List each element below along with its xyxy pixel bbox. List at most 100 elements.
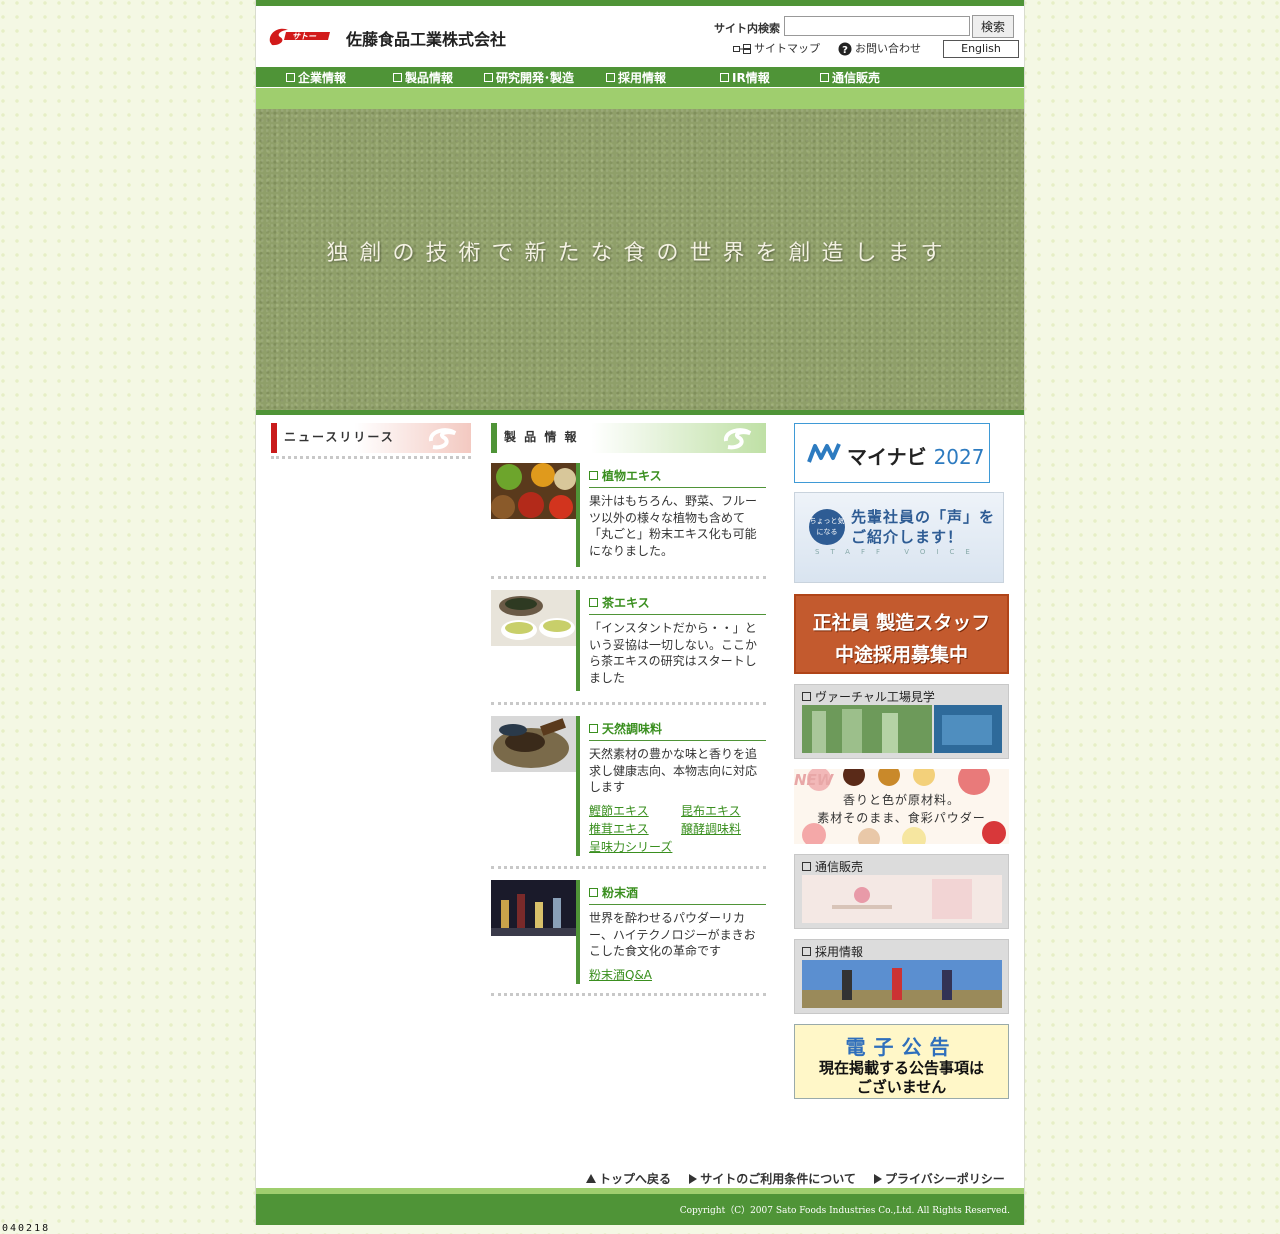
box-bullet-icon [802, 862, 811, 871]
svg-text:サトー: サトー [292, 32, 317, 41]
products-title: 製 品 情 報 [504, 430, 579, 444]
divider [491, 866, 766, 869]
divider [491, 576, 766, 579]
new-badge: NEW [794, 771, 834, 789]
product-title[interactable]: 植物エキス [589, 467, 766, 488]
svg-text:?: ? [842, 45, 848, 56]
product-description: 「インスタントだから・・」という妥協は一切しない。ここから茶エキスの研究はスター… [589, 621, 758, 685]
powder-line1: 香りと色が原材料。 [842, 793, 960, 807]
electronic-notice-banner[interactable]: 電子公告 現在掲載する公告事項は ございません [794, 1024, 1009, 1099]
box-bullet-icon [802, 692, 811, 701]
search-button[interactable]: 検索 [972, 15, 1014, 38]
box-bullet-icon [589, 888, 598, 897]
product-description: 天然素材の豊かな味と香りを追求し健康志向、本物志向に対応します [589, 747, 758, 794]
banner-caption: ヴァーチャル工場見学 [802, 688, 935, 705]
hero-divider [256, 410, 1024, 415]
product-title[interactable]: 茶エキス [589, 594, 766, 615]
factory-photo [802, 705, 1002, 753]
product-bar [576, 463, 580, 567]
news-release-header[interactable]: ニュースリリース [271, 423, 471, 453]
notice-title: 電子公告 [845, 1035, 958, 1059]
arrow-right-icon [874, 1173, 883, 1184]
sitemap-link[interactable]: サイトマップ [733, 40, 820, 56]
link-taste-series[interactable]: 呈味力シリーズ [589, 838, 672, 855]
product-bar [576, 880, 580, 984]
mynavi-banner[interactable]: マイナビ 2027 [794, 423, 990, 483]
nav-item-research[interactable]: 研究開発･製造 [484, 69, 574, 86]
contact-link[interactable]: ? お問い合わせ [838, 40, 921, 56]
swirl-logo-icon [723, 428, 752, 450]
box-bullet-icon [393, 73, 402, 82]
footer-bar: Copyright（C）2007 Sato Foods Industries C… [256, 1194, 1024, 1225]
arrow-up-icon [586, 1174, 596, 1183]
sub-nav-bar [256, 88, 1024, 109]
global-nav: 企業情報 製品情報 研究開発･製造 採用情報 IR情報 通信販売 [256, 67, 1024, 87]
recruit-photo [802, 960, 1002, 1008]
english-button[interactable]: English [943, 40, 1019, 58]
privacy-link[interactable]: プライバシーポリシー [874, 1172, 1005, 1186]
staff-voice-banner[interactable]: ちょっと気になる 先輩社員の「声」を ご紹介します！ STAFF VOICE [794, 492, 1004, 583]
sitemap-label: サイトマップ [754, 42, 820, 55]
product-title[interactable]: 粉末酒 [589, 884, 766, 905]
logo-mark-icon: サトー [269, 28, 330, 46]
product-natural-seasoning: 天然調味料 天然素材の豊かな味と香りを追求し健康志向、本物志向に対応します 鰹節… [491, 716, 766, 856]
link-fermented-seasoning[interactable]: 醸酵調味料 [681, 820, 741, 837]
back-to-top-link[interactable]: トップへ戻る [586, 1172, 671, 1186]
nav-item-mailorder[interactable]: 通信販売 [820, 69, 880, 86]
products-header[interactable]: 製 品 情 報 [491, 423, 766, 453]
voice-subtitle: STAFF VOICE [815, 548, 981, 556]
tea-extract-photo[interactable] [491, 590, 577, 646]
notice-line1: 現在掲載する公告事項は [818, 1059, 984, 1077]
recruit-line1: 正社員 製造スタッフ [812, 612, 991, 634]
box-bullet-icon [802, 947, 811, 956]
footer-links: トップへ戻る サイトのご利用条件について プライバシーポリシー [586, 1170, 1019, 1187]
box-bullet-icon [606, 73, 615, 82]
search-input[interactable] [784, 16, 970, 36]
banner-caption: 採用情報 [802, 943, 863, 960]
box-bullet-icon [589, 471, 598, 480]
powdered-sake-photo[interactable] [491, 880, 577, 936]
swirl-logo-icon [428, 428, 457, 450]
product-plant-extract: 植物エキス 果汁はもちろん、野菜、フルーツ以外の様々な植物も含めて「丸ごと」粉末… [491, 463, 766, 567]
mail-order-photo [802, 875, 1002, 923]
mail-order-banner[interactable]: 通信販売 [794, 854, 1009, 929]
voice-title: 先輩社員の「声」を ご紹介します！ [851, 508, 996, 546]
company-logo[interactable]: サトー 佐藤食品工業株式会社 [266, 24, 546, 50]
divider [491, 993, 766, 996]
nav-item-products[interactable]: 製品情報 [393, 69, 453, 86]
recruit-line2: 中途採用募集中 [834, 644, 968, 666]
box-bullet-icon [820, 73, 829, 82]
powder-line2: 素材そのまま、食彩パウダー [817, 811, 986, 825]
product-bar [576, 716, 580, 856]
hero-banner: 独創の技術で新たな食の世界を創造します [256, 109, 1024, 411]
hero-tagline: 独創の技術で新たな食の世界を創造します [326, 241, 954, 266]
access-counter: 040218 [2, 1223, 51, 1234]
product-title[interactable]: 天然調味料 [589, 720, 766, 741]
product-description: 世界を酔わせるパウダーリカー、ハイテクノロジーがまきおこした食文化の革命です [589, 911, 756, 958]
top-bar [256, 0, 1024, 6]
plant-extract-photo[interactable] [491, 463, 577, 519]
product-powdered-sake: 粉末酒 世界を酔わせるパウダーリカー、ハイテクノロジーがまきおこした食文化の革命… [491, 880, 766, 984]
link-powdered-sake-qa[interactable]: 粉末酒Q&A [589, 966, 652, 983]
voice-badge: ちょっと気になる [809, 509, 845, 545]
food-powder-banner[interactable]: NEW 香りと色が原材料。 素材そのまま、食彩パウダー [794, 769, 1009, 844]
link-kelp-extract[interactable]: 昆布エキス [681, 802, 741, 819]
divider [491, 702, 766, 705]
box-bullet-icon [484, 73, 493, 82]
terms-link[interactable]: サイトのご利用条件について [689, 1172, 856, 1186]
nav-item-recruit[interactable]: 採用情報 [606, 69, 666, 86]
link-shiitake-extract[interactable]: 椎茸エキス [589, 820, 649, 837]
box-bullet-icon [589, 598, 598, 607]
nav-item-ir[interactable]: IR情報 [720, 69, 770, 86]
mid-career-recruit-banner[interactable]: 正社員 製造スタッフ 中途採用募集中 [794, 594, 1009, 674]
link-bonito-extract[interactable]: 鰹節エキス [589, 802, 649, 819]
copyright: Copyright（C）2007 Sato Foods Industries C… [679, 1206, 1010, 1216]
mynavi-text: マイナビ 2027 [847, 445, 985, 469]
virtual-factory-banner[interactable]: ヴァーチャル工場見学 [794, 684, 1009, 759]
page-container: サトー 佐藤食品工業株式会社 サイト内検索 検索 サイトマップ ? お問い合わせ… [255, 0, 1025, 1225]
nav-item-company[interactable]: 企業情報 [286, 69, 346, 86]
box-bullet-icon [589, 724, 598, 733]
natural-seasoning-photo[interactable] [491, 716, 577, 772]
divider [271, 456, 471, 459]
recruit-info-banner[interactable]: 採用情報 [794, 939, 1009, 1014]
